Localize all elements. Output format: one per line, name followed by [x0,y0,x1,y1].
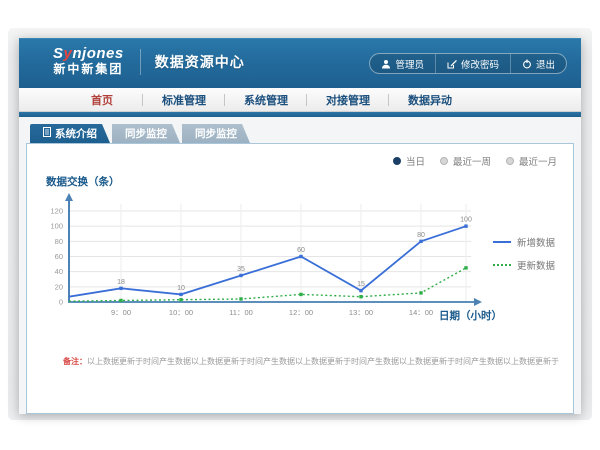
data-point[interactable] [119,299,122,302]
data-point-label: 10 [177,285,185,292]
legend-item-new-data: 新增数据 [493,235,555,249]
y-tick-label: 0 [59,298,63,307]
app-header: Synjones 新中新集团 数据资源中心 管理员 修改密码 [19,38,581,88]
user-icon [381,59,391,69]
legend-item-update-data: 更新数据 [493,258,555,272]
data-point[interactable] [359,295,362,298]
app-window: Synjones 新中新集团 数据资源中心 管理员 修改密码 [19,38,581,414]
data-point[interactable] [419,291,422,294]
nav-item-home[interactable]: 首页 [61,92,143,108]
x-tick-label: 14：00 [409,308,433,317]
main-nav: 首页 标准管理 系统管理 对接管理 数据异动 [19,88,581,112]
data-point[interactable] [239,297,242,300]
tab-sync-monitor-1[interactable]: 同步监控 [112,124,180,143]
power-icon [522,59,532,69]
y-axis-arrow-icon [65,193,73,201]
data-point-label: 18 [117,279,125,286]
legend-line-dotted-icon [493,264,511,266]
tab-system-intro[interactable]: 系统介绍 [30,124,110,143]
data-point[interactable] [419,240,422,243]
x-tick-label: 12：00 [289,308,313,317]
y-tick-label: 60 [55,252,63,261]
x-axis-title: 日期（小时） [439,308,502,323]
data-point-label: 100 [460,217,472,224]
y-tick-label: 40 [55,267,63,276]
footer-note-text: 以上数据更新于时间产生数据以上数据更新于时间产生数据以上数据更新于时间产生数据以… [87,357,559,366]
data-point[interactable] [299,293,302,296]
data-point-label: 80 [417,232,425,239]
series-line-1 [69,268,466,301]
chart-panel: 当日 最近一周 最近一月 数据交换（条） 0204060801001209：00… [26,143,574,414]
footer-note-label: 备注： [63,357,87,366]
x-tick-label: 11：00 [229,308,253,317]
data-point[interactable] [239,274,242,277]
y-tick-label: 80 [55,237,63,246]
brand-logo: Synjones 新中新集团 数据资源中心 [53,46,245,77]
x-tick-label: 10：00 [169,308,193,317]
y-tick-label: 20 [55,282,63,291]
data-point-label: 60 [297,247,305,254]
data-point[interactable] [359,289,362,292]
admin-user-button[interactable]: 管理员 [370,54,435,73]
data-point[interactable] [179,293,182,296]
nav-item-standard-mgmt[interactable]: 标准管理 [143,92,225,108]
y-tick-label: 100 [50,222,63,231]
nav-item-interface-mgmt[interactable]: 对接管理 [307,92,389,108]
x-tick-label: 13：00 [349,308,373,317]
tab-label: 同步监控 [125,126,167,141]
x-tick-label: 9：00 [111,308,131,317]
data-point[interactable] [464,224,467,227]
logo-part: njones [72,45,123,62]
tab-label: 系统介绍 [55,126,97,141]
data-point[interactable] [179,298,182,301]
y-tick-label: 120 [50,207,63,216]
legend-label: 更新数据 [517,258,555,272]
legend-line-solid-icon [493,241,511,243]
logo-name: Synjones [53,46,124,62]
data-point[interactable] [299,255,302,258]
nav-item-data-change[interactable]: 数据异动 [389,92,471,108]
change-password-button[interactable]: 修改密码 [435,54,510,73]
user-action-label: 管理员 [395,57,424,71]
data-point-label: 35 [237,266,245,273]
tab-bar: 系统介绍 同步监控 同步监控 [30,124,250,143]
data-point[interactable] [464,266,467,269]
logout-button[interactable]: 退出 [510,54,566,73]
page-title: 数据资源中心 [155,52,245,72]
user-actions-group: 管理员 修改密码 退出 [369,53,567,74]
data-point-label: 15 [357,281,365,288]
logo-part: S [53,45,64,62]
logo-text: Synjones 新中新集团 [53,46,124,77]
edit-icon [447,59,457,69]
legend-label: 新增数据 [517,235,555,249]
tab-sync-monitor-2[interactable]: 同步监控 [182,124,250,143]
tab-label: 同步监控 [195,126,237,141]
x-axis-arrow-icon [474,298,482,306]
chart-legend: 新增数据 更新数据 [493,235,555,272]
nav-item-system-mgmt[interactable]: 系统管理 [225,92,307,108]
series-line-0 [69,226,466,297]
user-action-label: 修改密码 [461,57,499,71]
content-area: 系统介绍 同步监控 同步监控 当日 最近一周 [19,117,581,414]
logo-subtitle: 新中新集团 [53,62,123,77]
document-icon [43,127,51,140]
user-action-label: 退出 [536,57,555,71]
header-divider [140,49,141,75]
footer-note: 备注：以上数据更新于时间产生数据以上数据更新于时间产生数据以上数据更新于时间产生… [63,356,568,367]
data-point[interactable] [119,287,122,290]
